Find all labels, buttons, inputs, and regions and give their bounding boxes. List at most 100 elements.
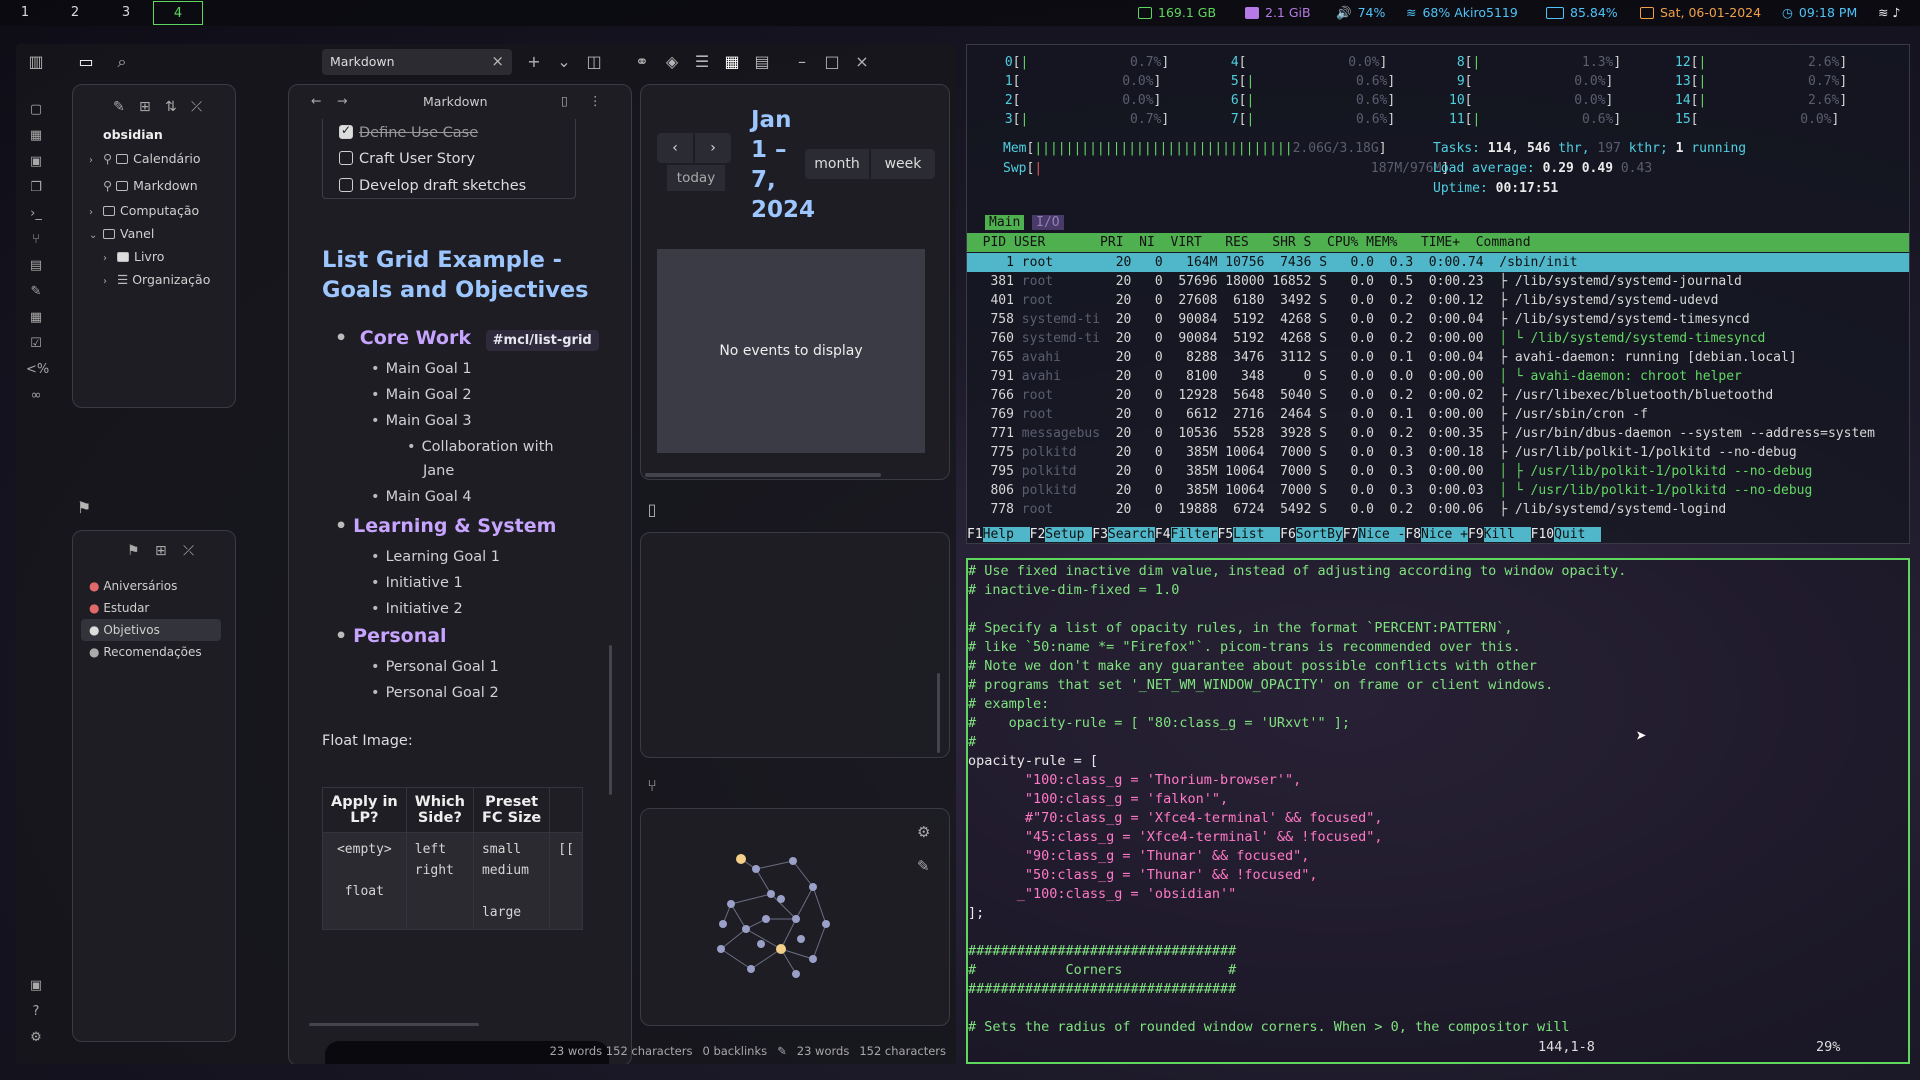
- back-arrow-icon[interactable]: ←: [311, 93, 321, 108]
- search-icon[interactable]: ⌕: [112, 52, 132, 72]
- bookmark-estudar[interactable]: ● Estudar: [89, 601, 149, 615]
- tree-item-computacao[interactable]: › Computação: [89, 203, 199, 218]
- bookmark-recomendacoes[interactable]: ● Recomendações: [89, 645, 202, 659]
- file-tab-icon[interactable]: ▯: [642, 500, 662, 520]
- process-row[interactable]: 806 polkitd 20 0 385M 10064 7000 S 0.0 0…: [967, 481, 1909, 500]
- split-view-icon[interactable]: ◫: [584, 52, 604, 72]
- more-options-icon[interactable]: ⋮: [589, 93, 602, 108]
- status-backlinks[interactable]: 0 backlinks: [702, 1044, 767, 1058]
- list-grid-tag[interactable]: #mcl/list-grid: [485, 330, 599, 351]
- bookmark-aniversarios[interactable]: ● Aniversários: [89, 579, 177, 593]
- git-icon[interactable]: ⑂: [26, 230, 46, 250]
- sort-icon[interactable]: ⇅: [165, 99, 177, 115]
- terminal-icon[interactable]: ›_: [26, 204, 46, 224]
- table-icon[interactable]: ▤: [26, 256, 46, 276]
- file-switcher-icon[interactable]: ▢: [26, 100, 46, 120]
- bookmark-tab-icon[interactable]: ⚑: [74, 498, 94, 518]
- folder-icon[interactable]: ▭: [76, 52, 96, 72]
- edit-icon[interactable]: ✎: [777, 1044, 787, 1058]
- checklist-icon[interactable]: ☑: [26, 334, 46, 354]
- maximize-icon[interactable]: □: [822, 52, 842, 72]
- new-note-icon[interactable]: ✎: [113, 99, 125, 115]
- week-view-button[interactable]: week: [871, 149, 935, 179]
- process-row[interactable]: 765 avahi 20 0 8288 3476 3112 S 0.0 0.1 …: [967, 348, 1909, 367]
- workspace-1[interactable]: 1: [0, 1, 50, 25]
- graph-tab-icon[interactable]: ⑂: [642, 776, 662, 796]
- new-group-icon[interactable]: ⊞: [155, 543, 167, 559]
- tray-wifi-icon[interactable]: ≋: [1878, 0, 1888, 26]
- tree-item-vanel[interactable]: ⌄ Vanel: [89, 226, 154, 241]
- template-icon[interactable]: <%: [26, 360, 49, 380]
- process-row[interactable]: 401 root 20 0 27608 6180 3492 S 0.0 0.2 …: [967, 291, 1909, 310]
- checkbox-checked[interactable]: [339, 123, 353, 139]
- checklist-item[interactable]: Craft User Story: [339, 151, 475, 167]
- tray-volume-icon[interactable]: ♪: [1892, 0, 1900, 26]
- checkbox[interactable]: [339, 151, 353, 165]
- new-folder-icon[interactable]: ⊞: [139, 99, 151, 115]
- tree-item-calendario[interactable]: › ⚲ Calendário: [89, 151, 200, 166]
- process-row[interactable]: 791 avahi 20 0 8100 348 0 S 0.0 0.0 0:00…: [967, 367, 1909, 386]
- tree-item-organizacao[interactable]: › ☰ Organização: [103, 272, 210, 287]
- graph-settings-icon[interactable]: ⚙: [917, 823, 930, 841]
- month-view-button[interactable]: month: [805, 149, 869, 179]
- close-tab-icon[interactable]: ×: [491, 52, 504, 70]
- process-row[interactable]: 760 systemd-ti 20 0 90084 5192 4268 S 0.…: [967, 329, 1909, 348]
- volume-status[interactable]: 🔊 74%: [1336, 0, 1385, 26]
- calendar-view-icon[interactable]: ▦: [722, 52, 742, 72]
- copy-icon[interactable]: ❐: [26, 178, 46, 198]
- tab-main[interactable]: Main: [985, 215, 1025, 230]
- vertical-scrollbar[interactable]: [609, 645, 612, 795]
- outline-icon[interactable]: ☰: [692, 52, 712, 72]
- help-icon[interactable]: ?: [26, 1002, 46, 1022]
- sidebar-toggle-icon[interactable]: ▥: [26, 52, 46, 72]
- vim-editor[interactable]: # Use fixed inactive dim value, instead …: [966, 558, 1910, 1064]
- new-tab-icon[interactable]: +: [524, 52, 544, 72]
- process-row[interactable]: 1 root 20 0 164M 10756 7436 S 0.0 0.3 0:…: [967, 253, 1909, 272]
- minimize-icon[interactable]: –: [792, 52, 812, 72]
- horizontal-scrollbar[interactable]: [309, 1023, 479, 1026]
- graph-view[interactable]: [701, 839, 861, 989]
- magic-wand-icon[interactable]: ✎: [917, 857, 930, 875]
- calendar-icon[interactable]: ▦: [26, 308, 46, 328]
- vault-icon[interactable]: ▣: [26, 976, 46, 996]
- panel-scrollbar[interactable]: [937, 673, 940, 753]
- workspace-3[interactable]: 3: [101, 1, 151, 25]
- next-week-button[interactable]: ›: [695, 133, 731, 163]
- wifi-status[interactable]: ≋ 68% Akiro5119: [1406, 0, 1518, 26]
- settings-icon[interactable]: ⚙: [26, 1028, 46, 1048]
- forward-arrow-icon[interactable]: →: [337, 93, 347, 108]
- collapse-icon[interactable]: ⤫: [191, 99, 202, 115]
- tools-icon[interactable]: ✎: [26, 282, 46, 302]
- tree-item-markdown[interactable]: ⚲ Markdown: [103, 178, 198, 193]
- graph-link-icon[interactable]: ⚭: [632, 52, 652, 72]
- checklist-item-done[interactable]: Define Use Case: [339, 123, 478, 141]
- glasses-icon[interactable]: ∞: [26, 386, 46, 406]
- calendar-scrollbar[interactable]: [645, 473, 881, 477]
- table-view-icon[interactable]: ▤: [752, 52, 772, 72]
- close-window-icon[interactable]: ×: [852, 52, 872, 72]
- process-row[interactable]: 766 root 20 0 12928 5648 5040 S 0.0 0.2 …: [967, 386, 1909, 405]
- tab-markdown[interactable]: Markdown ×: [322, 49, 512, 75]
- process-row[interactable]: 771 messagebus 20 0 10536 5528 3928 S 0.…: [967, 424, 1909, 443]
- daily-note-icon[interactable]: ▣: [26, 152, 46, 172]
- process-row[interactable]: 769 root 20 0 6612 2716 2464 S 0.0 0.1 0…: [967, 405, 1909, 424]
- add-bookmark-icon[interactable]: ⚑: [127, 543, 140, 559]
- tags-icon[interactable]: ◈: [662, 52, 682, 72]
- tree-item-livro[interactable]: › Livro: [103, 249, 164, 264]
- checklist-item[interactable]: Develop draft sketches: [339, 178, 526, 194]
- checkbox[interactable]: [339, 178, 353, 192]
- workspace-2[interactable]: 2: [50, 1, 100, 25]
- process-row[interactable]: 758 systemd-ti 20 0 90084 5192 4268 S 0.…: [967, 310, 1909, 329]
- collapse-all-icon[interactable]: ⤫: [183, 543, 194, 559]
- htop-terminal[interactable]: 0[| 0.7%] 4[ 0.0%] 8[| 1.3%] 12[| 2.6%] 1…: [966, 44, 1910, 544]
- process-column-header[interactable]: PID USER PRI NI VIRT RES SHR S CPU% MEM%…: [967, 233, 1909, 252]
- workspace-4[interactable]: 4: [153, 1, 203, 25]
- grid-icon[interactable]: ▦: [26, 126, 46, 146]
- process-row[interactable]: 778 root 20 0 19888 6724 5492 S 0.0 0.2 …: [967, 500, 1909, 519]
- process-row[interactable]: 795 polkitd 20 0 385M 10064 7000 S 0.0 0…: [967, 462, 1909, 481]
- process-row[interactable]: 381 root 20 0 57696 18000 16852 S 0.0 0.…: [967, 272, 1909, 291]
- tab-io[interactable]: I/O: [1032, 215, 1064, 230]
- bookmark-objetivos[interactable]: ● Objetivos: [89, 623, 160, 637]
- reading-view-icon[interactable]: ▯: [561, 93, 568, 108]
- process-row[interactable]: 775 polkitd 20 0 385M 10064 7000 S 0.0 0…: [967, 443, 1909, 462]
